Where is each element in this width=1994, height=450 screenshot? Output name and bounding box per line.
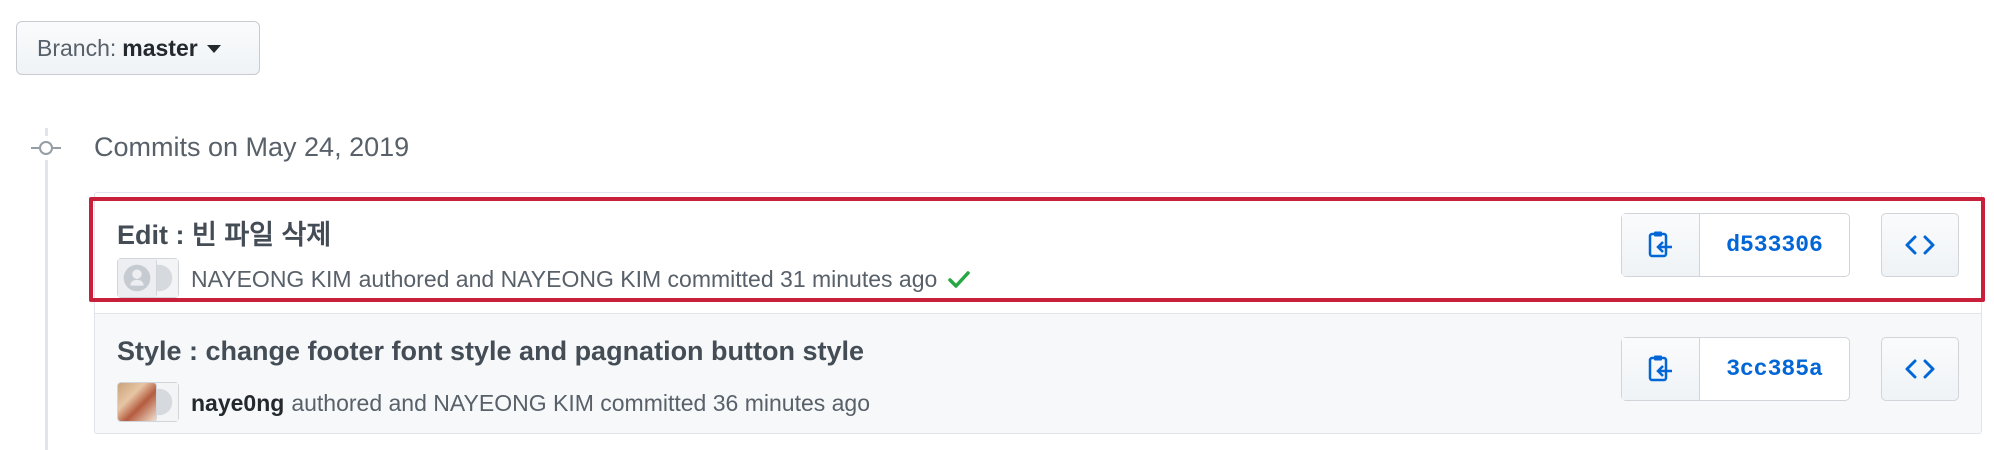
commit-meta: NAYEONG KIM authored and NAYEONG KIM com… [117, 257, 971, 301]
commit-author[interactable]: NAYEONG KIM [191, 266, 352, 293]
branch-label: Branch: [37, 34, 117, 61]
commit-meta-text: authored and NAYEONG KIM committed 36 mi… [291, 389, 871, 416]
code-icon [1905, 235, 1935, 255]
commit-meta: naye0ng authored and NAYEONG KIM committ… [117, 381, 870, 425]
avatar[interactable] [117, 258, 157, 298]
clippy-icon [1648, 231, 1672, 258]
commit-meta-text: authored and NAYEONG KIM committed 31 mi… [358, 265, 938, 292]
code-icon [1905, 359, 1935, 379]
clippy-icon [1648, 355, 1672, 382]
commit-title-link[interactable]: Style : change footer font style and pag… [117, 336, 864, 367]
avatar-stack [117, 382, 181, 424]
commit-list: Edit : 빈 파일 삭제 NAYEONG KIM authored and … [94, 192, 1982, 434]
copy-sha-button[interactable] [1622, 214, 1700, 276]
branch-value: master [122, 34, 198, 61]
commit-row: Style : change footer font style and pag… [95, 314, 1981, 433]
timeline-line [45, 128, 48, 450]
commit-sha-group: d533306 [1621, 213, 1850, 277]
branch-select-button[interactable]: Branch: master [16, 21, 260, 75]
commit-title-link[interactable]: Edit : 빈 파일 삭제 [117, 213, 331, 252]
commit-sha-link[interactable]: d533306 [1700, 214, 1849, 276]
commit-row: Edit : 빈 파일 삭제 NAYEONG KIM authored and … [95, 193, 1981, 314]
commit-sha-link[interactable]: 3cc385a [1700, 338, 1849, 400]
caret-down-icon [206, 45, 221, 53]
avatar[interactable] [117, 382, 157, 422]
commit-group-title: Commits on May 24, 2019 [94, 132, 410, 162]
commit-author[interactable]: naye0ng [191, 390, 284, 417]
avatar-stack [117, 258, 181, 300]
browse-repo-button[interactable] [1881, 213, 1959, 277]
git-commit-icon [31, 136, 61, 160]
commit-sha-group: 3cc385a [1621, 337, 1850, 401]
check-icon[interactable] [947, 267, 971, 291]
browse-repo-button[interactable] [1881, 337, 1959, 401]
copy-sha-button[interactable] [1622, 338, 1700, 400]
